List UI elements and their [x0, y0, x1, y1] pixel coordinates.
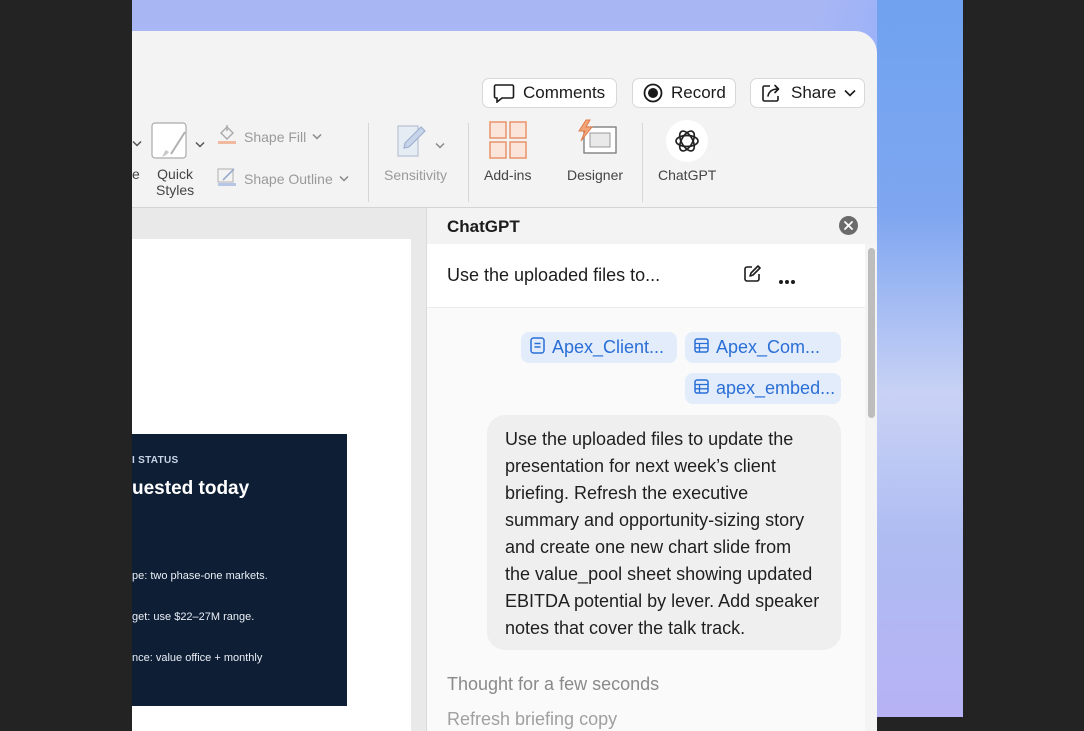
share-label: Share: [791, 83, 837, 102]
shape-outline-label: Shape Outline: [244, 171, 333, 187]
sensitivity-button[interactable]: Sensitivity: [378, 120, 456, 200]
comment-icon: [493, 83, 515, 103]
pane-header: ChatGPT: [427, 208, 877, 244]
addins-button[interactable]: Add-ins: [480, 120, 540, 200]
ribbon-divider: [368, 123, 369, 202]
attachment-label: apex_embed...: [716, 378, 836, 398]
edit-icon[interactable]: [742, 264, 762, 289]
message-line: Use the uploaded files to update the: [505, 429, 794, 449]
paint-bucket-icon: [216, 124, 238, 151]
attachment-chip[interactable]: Apex_Client...: [521, 332, 677, 363]
slide-bullet: pe: two phase-one markets.: [132, 570, 268, 582]
openai-logo-icon: [666, 120, 708, 162]
sensitivity-icon: [395, 121, 431, 164]
chevron-down-icon: [339, 170, 349, 188]
shape-fill-button[interactable]: Shape Fill: [216, 124, 322, 151]
ribbon-divider: [468, 123, 469, 202]
message-line: and create one new chart slide from: [505, 537, 792, 557]
sensitivity-label: Sensitivity: [384, 167, 448, 183]
more-options-icon[interactable]: [778, 272, 796, 290]
quick-styles-label-line2: Styles: [156, 182, 195, 198]
comments-button[interactable]: Comments: [482, 78, 617, 108]
addins-label: Add-ins: [484, 167, 532, 183]
shape-outline-button[interactable]: Shape Outline: [216, 166, 349, 193]
powerpoint-window: Comments Record Share e Quick Styles Sha…: [132, 31, 877, 731]
attachment-chip[interactable]: Apex_Com...: [685, 332, 841, 363]
slide-bullet: get: use $22–27M range.: [132, 611, 255, 623]
shape-fill-label: Shape Fill: [244, 129, 307, 145]
designer-button[interactable]: Designer: [564, 119, 634, 199]
ribbon-divider: [642, 123, 643, 202]
attachment-label: Apex_Client...: [552, 337, 665, 357]
message-line: presentation for next week’s client: [505, 456, 776, 476]
quick-styles-icon: [151, 122, 191, 167]
pane-scrollbar-thumb[interactable]: [868, 248, 875, 418]
table-icon: [694, 337, 709, 358]
document-icon: [530, 336, 545, 359]
designer-icon: [576, 119, 618, 162]
slide-canvas[interactable]: I STATUS uested today pe: two phase-one …: [132, 208, 426, 731]
user-message-bubble: Use the uploaded files to update the pre…: [487, 415, 841, 650]
chatgpt-pane: ChatGPT Use the uploaded files to... Ape…: [426, 208, 877, 731]
message-line: the value_pool sheet showing updated: [505, 564, 813, 584]
quick-styles-button[interactable]: Quick Styles: [151, 122, 209, 202]
message-line: summary and opportunity-sizing story: [505, 510, 805, 530]
record-button[interactable]: Record: [632, 78, 736, 108]
table-icon: [694, 378, 709, 399]
share-icon: [761, 83, 783, 103]
designer-label: Designer: [567, 167, 624, 183]
quick-styles-label-line1: Quick: [157, 166, 193, 182]
chatgpt-ribbon-label: ChatGPT: [658, 167, 717, 183]
pen-icon: [216, 166, 238, 193]
attachment-label: Apex_Com...: [716, 337, 821, 357]
slide-content-panel[interactable]: I STATUS uested today pe: two phase-one …: [132, 434, 347, 706]
attachment-chip[interactable]: apex_embed...: [685, 373, 841, 404]
message-line: EBITDA potential by lever. Add speaker: [505, 591, 820, 611]
comments-label: Comments: [523, 83, 606, 102]
slide-bullet: nce: value office + monthly: [132, 652, 263, 664]
chevron-down-icon[interactable]: [132, 135, 142, 153]
thought-status[interactable]: Thought for a few seconds: [447, 674, 659, 695]
slide-headline: uested today: [132, 478, 250, 499]
desktop-wallpaper-edge: [877, 0, 963, 717]
quick-styles-label: Quick Styles: [156, 166, 194, 198]
close-icon: [844, 221, 853, 230]
share-button[interactable]: Share: [750, 78, 865, 108]
addins-grid-icon: [489, 121, 527, 164]
message-line: briefing. Refresh the executive: [505, 483, 749, 503]
pane-title: ChatGPT: [447, 217, 520, 236]
record-icon: [643, 83, 663, 103]
chatgpt-ribbon-button[interactable]: ChatGPT: [654, 119, 722, 199]
chevron-down-icon: [195, 136, 205, 154]
record-label: Record: [671, 83, 726, 102]
chevron-down-icon: [312, 128, 322, 146]
chevron-down-icon: [844, 89, 856, 97]
slide-eyebrow: I STATUS: [132, 455, 179, 466]
ribbon-cut-label: e: [132, 166, 140, 182]
assistant-response-preview: Refresh briefing copy: [447, 709, 618, 729]
close-pane-button[interactable]: [839, 216, 858, 235]
conversation-header: Use the uploaded files to...: [427, 244, 865, 308]
message-line: notes that cover the talk track.: [505, 618, 746, 638]
chevron-down-icon: [435, 137, 445, 155]
conversation-title[interactable]: Use the uploaded files to...: [447, 265, 660, 286]
